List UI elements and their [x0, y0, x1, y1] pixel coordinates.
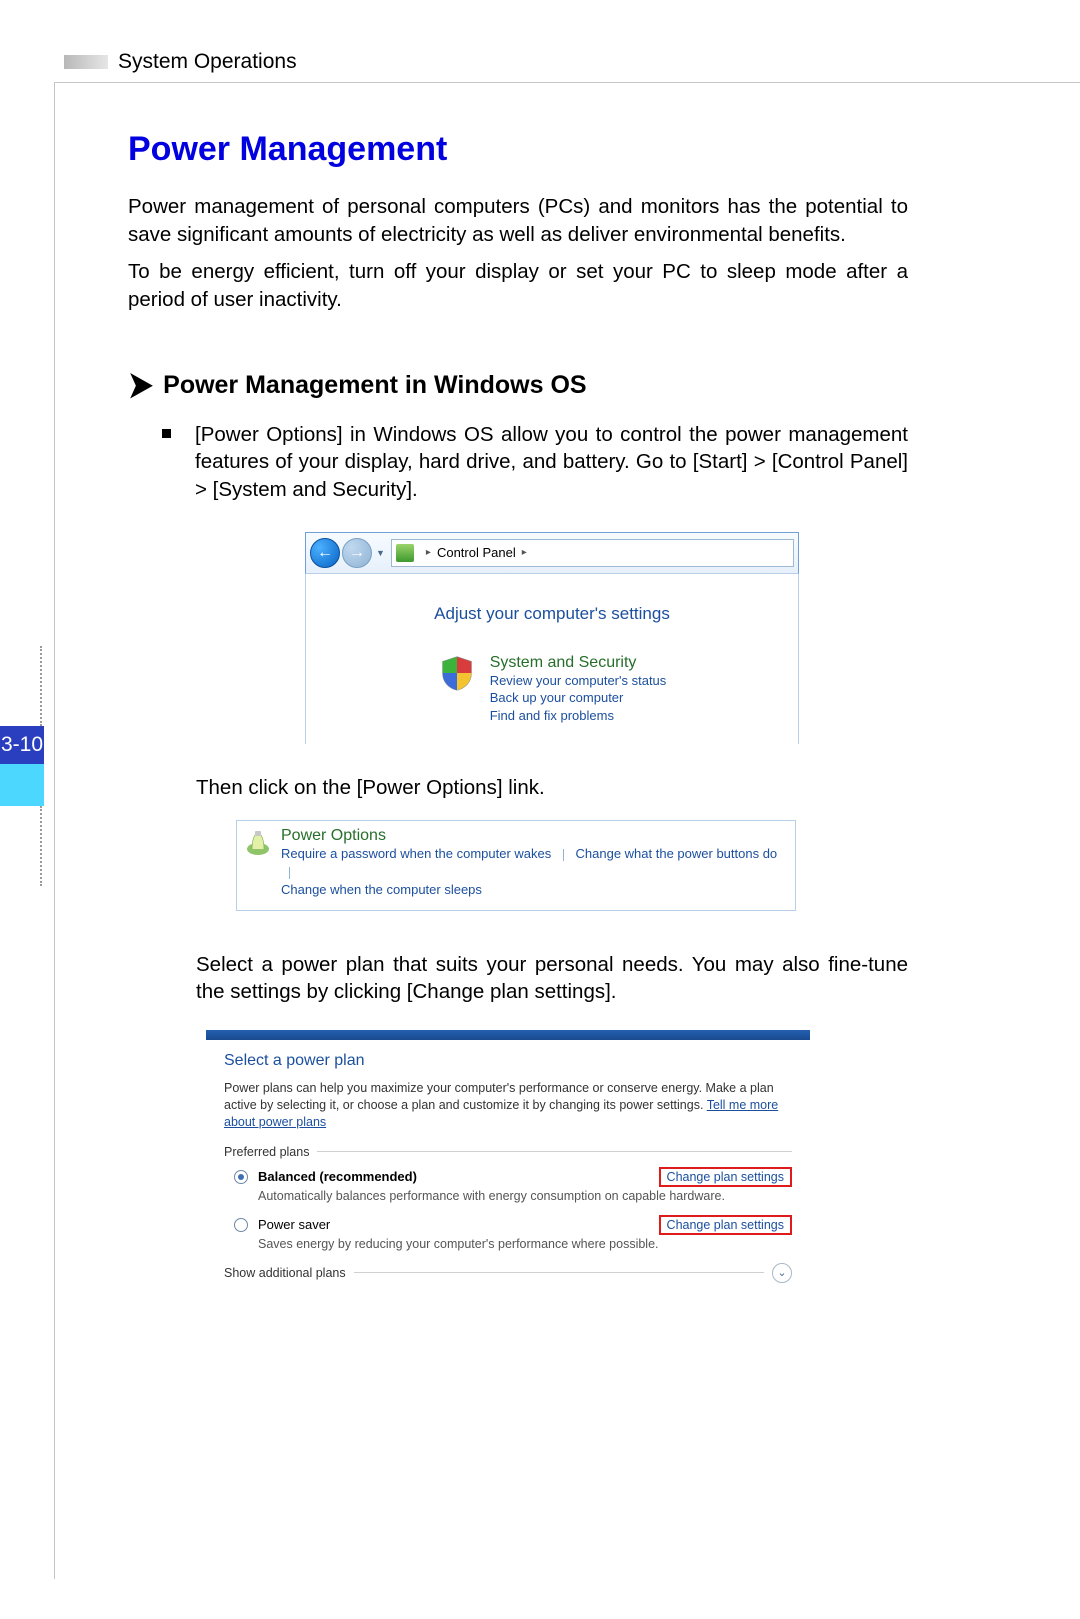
arrow-left-icon: ← [317, 544, 333, 562]
select-plan-text: Select a power plan that suits your pers… [196, 951, 908, 1006]
intro-paragraph-1: Power management of personal computers (… [128, 193, 908, 248]
computer-sleeps-link[interactable]: Change when the computer sleeps [281, 882, 482, 897]
square-bullet-icon [162, 429, 171, 438]
plan-balanced-label[interactable]: Balanced (recommended) [258, 1169, 659, 1184]
screenshot-power-options: Power Options Require a password when th… [236, 820, 796, 911]
adjust-settings-heading: Adjust your computer's settings [314, 604, 790, 624]
plan-power-saver-desc: Saves energy by reducing your computer's… [258, 1237, 792, 1251]
shield-icon [438, 654, 476, 692]
address-bar[interactable]: ▸ Control Panel ▸ [391, 539, 794, 567]
backup-link[interactable]: Back up your computer [490, 689, 667, 707]
require-password-link[interactable]: Require a password when the computer wak… [281, 846, 551, 861]
intro-paragraph-2: To be energy efficient, turn off your di… [128, 258, 908, 313]
then-click-text: Then click on the [Power Options] link. [196, 774, 908, 802]
window-titlebar: ← → ▼ ▸ Control Panel ▸ [305, 532, 799, 574]
power-buttons-link[interactable]: Change what the power buttons do [576, 846, 778, 861]
page-title: Power Management [128, 130, 908, 169]
fix-problems-link[interactable]: Find and fix problems [490, 707, 667, 725]
separator [563, 849, 564, 861]
separator [289, 867, 290, 879]
frame-top [54, 82, 1080, 83]
page-number-tab: 3-10 [0, 646, 44, 886]
bullet-text: [Power Options] in Windows OS allow you … [195, 421, 908, 504]
plan-power-saver-row: Power saver Change plan settings [234, 1215, 792, 1235]
chevron-right-icon: ➤ [128, 364, 153, 406]
frame-left [54, 82, 55, 1579]
radio-power-saver[interactable] [234, 1218, 248, 1232]
preferred-plans-label: Preferred plans [224, 1145, 792, 1159]
nav-history-dropdown[interactable]: ▼ [376, 548, 385, 558]
breadcrumb-separator-icon: ▸ [426, 547, 431, 558]
chevron-down-icon: ⌄ [777, 1266, 786, 1279]
subsection-title: Power Management in Windows OS [163, 371, 586, 400]
nav-forward-button[interactable]: → [342, 538, 372, 568]
plan-balanced-desc: Automatically balances performance with … [258, 1189, 792, 1203]
select-power-plan-heading: Select a power plan [224, 1052, 792, 1070]
system-security-link[interactable]: System and Security [490, 654, 667, 672]
plan-balanced-row: Balanced (recommended) Change plan setti… [234, 1167, 792, 1187]
show-additional-plans-row[interactable]: Show additional plans ⌄ [224, 1263, 792, 1283]
plan-power-saver-label[interactable]: Power saver [258, 1217, 659, 1232]
power-plan-description: Power plans can help you maximize your c… [224, 1080, 792, 1131]
separator-line [354, 1272, 764, 1273]
screenshot-control-panel: ← → ▼ ▸ Control Panel ▸ Adjust your comp… [305, 532, 799, 745]
power-options-link[interactable]: Power Options [281, 827, 787, 845]
radio-balanced[interactable] [234, 1170, 248, 1184]
subsection-heading: ➤ Power Management in Windows OS [128, 368, 908, 403]
change-plan-settings-balanced[interactable]: Change plan settings [659, 1167, 792, 1187]
control-panel-icon [396, 544, 414, 562]
change-plan-settings-power-saver[interactable]: Change plan settings [659, 1215, 792, 1235]
breadcrumb-control-panel[interactable]: Control Panel [437, 545, 516, 560]
review-status-link[interactable]: Review your computer's status [490, 672, 667, 690]
screenshot-select-power-plan: Select a power plan Power plans can help… [206, 1030, 810, 1287]
expand-button[interactable]: ⌄ [772, 1263, 792, 1283]
bullet-item: [Power Options] in Windows OS allow you … [128, 421, 908, 504]
header-decoration-bar [64, 55, 108, 69]
window-frame-bar [206, 1030, 810, 1040]
breadcrumb-separator-icon: ▸ [522, 547, 527, 558]
power-options-icon [243, 827, 273, 857]
arrow-right-icon: → [349, 544, 365, 562]
nav-back-button[interactable]: ← [310, 538, 340, 568]
show-additional-plans-label: Show additional plans [224, 1266, 346, 1280]
section-title: System Operations [118, 50, 297, 74]
page-header: System Operations [64, 50, 1080, 74]
page-number: 3-10 [0, 726, 44, 764]
